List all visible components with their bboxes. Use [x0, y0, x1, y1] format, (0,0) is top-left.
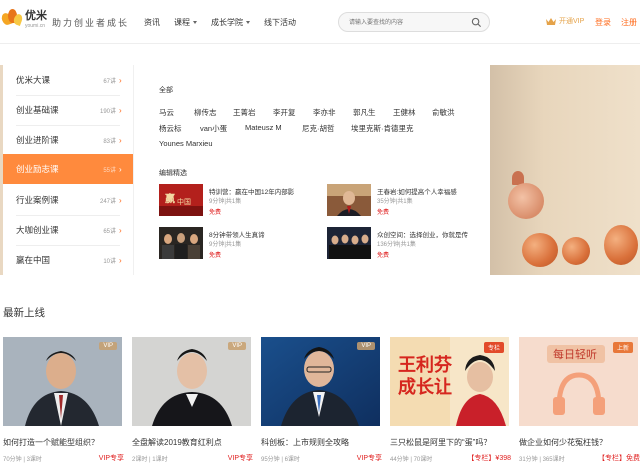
open-vip-link[interactable]: 开通VIP — [546, 16, 584, 26]
pick-thumbnail: 赢 中国 — [159, 184, 203, 216]
svg-text:中国: 中国 — [177, 197, 191, 206]
chevron-right-icon: › — [119, 255, 122, 265]
chevron-right-icon: › — [119, 75, 122, 85]
svg-text:每日轻听: 每日轻听 — [553, 347, 597, 361]
chevron-right-icon: › — [119, 195, 122, 205]
editor-pick-item[interactable]: 赢 中国 特训营：赢在中国12年内部影 9分钟|共1集 免费 — [159, 184, 319, 218]
vip-badge: VIP — [228, 342, 246, 350]
course-title: 三只松鼠是阿里下的“蛋”吗？ — [390, 438, 492, 447]
course-meta: 95分钟 | 6课时 — [261, 457, 300, 463]
editor-pick-item[interactable]: 8分钟带领人生真谛 9分钟|共1集 免费 — [159, 227, 319, 261]
teacher-link[interactable]: Younes Marxieu — [159, 139, 213, 148]
teacher-link[interactable]: 埃里克斯·肯德里克 — [351, 123, 414, 134]
register-link[interactable]: 注册 — [621, 17, 637, 28]
chevron-right-icon: › — [119, 135, 122, 145]
course-price-tag: 【专栏】免费 — [598, 455, 640, 462]
column-badge: 专栏 — [483, 342, 504, 353]
caret-down-icon — [193, 21, 197, 24]
chevron-right-icon: › — [119, 225, 122, 235]
course-thumbnail: 每日轻听 上新 — [519, 337, 638, 426]
editor-picks-heading: 编辑精选 — [159, 170, 187, 177]
nav-item-courses[interactable]: 课程 — [174, 17, 197, 28]
teacher-link[interactable]: 李开复 — [273, 107, 296, 118]
course-price-tag: VIP专享 — [98, 455, 124, 462]
svg-text:王利芬: 王利芬 — [398, 354, 453, 376]
course-title: 全盘解读2019教育红利点 — [132, 438, 222, 447]
logo-leaf-icon — [0, 9, 24, 31]
latest-section-title: 最新上线 — [3, 307, 45, 319]
teacher-link[interactable]: 李亦非 — [313, 107, 336, 118]
search-box — [338, 12, 490, 32]
course-thumbnail: VIP — [3, 337, 122, 426]
category-menu: 优米大课 67讲 › 创业基础课 190讲 › 创业进阶课 83讲 › 创业励志… — [3, 65, 133, 275]
pick-thumbnail — [327, 227, 371, 259]
course-price-tag: VIP专享 — [227, 455, 253, 462]
category-item[interactable]: 优米大课 67讲 › — [3, 65, 133, 95]
category-item[interactable]: 创业基础课 190讲 › — [3, 95, 133, 125]
teacher-link[interactable]: 马云 — [159, 107, 174, 118]
new-badge: 上新 — [612, 342, 633, 353]
logo-subtext: youmi.cn — [25, 23, 46, 29]
category-item[interactable]: 行业案例课 247讲 › — [3, 185, 133, 215]
category-item-active[interactable]: 创业励志课 55讲 › — [3, 154, 133, 184]
category-dropdown-panel: 全部 马云 柳传志 王菁岩 李开复 李亦非 郭凡生 王健林 俞敏洪 杨云标 va… — [133, 65, 490, 275]
course-meta: 44分钟 | 70课时 — [390, 457, 433, 463]
pick-thumbnail — [327, 184, 371, 216]
course-meta: 70分钟 | 3课时 — [3, 457, 42, 463]
egg-image — [562, 237, 590, 265]
category-item[interactable]: 大咖创业课 65讲 › — [3, 215, 133, 245]
login-link[interactable]: 登录 — [595, 17, 611, 28]
slogan: 助力创业者成长 — [52, 19, 130, 29]
piggy-bank-image — [508, 183, 544, 219]
course-meta: 31分钟 | 365课时 — [519, 457, 565, 463]
course-price-tag: 【专栏】¥398 — [467, 455, 511, 462]
teacher-link[interactable]: 尼克·胡哲 — [302, 123, 335, 134]
nav-item-academy[interactable]: 成长学院 — [211, 17, 250, 28]
search-input[interactable] — [349, 17, 469, 28]
crown-icon — [546, 17, 556, 25]
top-header: 优米 youmi.cn 助力创业者成长 资讯 课程 成长学院 线下活动 开通VI… — [0, 0, 640, 44]
category-item[interactable]: 赢在中国 10讲 › — [3, 245, 133, 275]
logo[interactable]: 优米 youmi.cn — [0, 9, 47, 31]
teacher-link[interactable]: 王菁岩 — [233, 107, 256, 118]
all-teachers-heading: 全部 — [159, 87, 173, 94]
category-item[interactable]: 创业进阶课 83讲 › — [3, 125, 133, 155]
svg-text:赢: 赢 — [165, 192, 175, 205]
search-icon[interactable] — [471, 17, 482, 28]
vip-badge: VIP — [357, 342, 375, 350]
vip-badge: VIP — [99, 342, 117, 350]
course-title: 如何打造一个赋能型组织？ — [3, 438, 99, 447]
course-thumbnail: VIP — [261, 337, 380, 426]
chevron-right-icon: › — [119, 164, 122, 174]
course-thumbnail: VIP — [132, 337, 251, 426]
pick-thumbnail — [159, 227, 203, 259]
course-thumbnail: 王利芬 成长让 专栏 — [390, 337, 509, 426]
teacher-link[interactable]: 俞敏洪 — [432, 107, 455, 118]
course-title: 做企业如何少花冤枉钱？ — [519, 438, 607, 447]
editor-pick-item[interactable]: 王春岩:如何提高个人幸福感 35分钟|共1集 免费 — [327, 184, 487, 218]
teacher-link[interactable]: Mateusz M — [245, 123, 282, 132]
teacher-link[interactable]: 郭凡生 — [353, 107, 376, 118]
caret-down-icon — [246, 21, 250, 24]
teacher-link[interactable]: 王健林 — [393, 107, 416, 118]
egg-image — [604, 225, 638, 265]
logo-name: 优米 — [25, 10, 47, 22]
nav-item-news[interactable]: 资讯 — [144, 17, 160, 28]
svg-text:成长让: 成长让 — [398, 376, 452, 398]
teacher-link[interactable]: 柳传志 — [194, 107, 217, 118]
editor-pick-item[interactable]: 众创空间：选择创业，你就是传 136分钟|共1集 免费 — [327, 227, 487, 261]
course-title: 科创板：上市规则全攻略 — [261, 438, 349, 447]
main-nav: 资讯 课程 成长学院 线下活动 — [144, 17, 310, 28]
nav-item-offline-events[interactable]: 线下活动 — [264, 17, 296, 28]
egg-image — [522, 233, 558, 267]
course-meta: 2课时 | 1课时 — [132, 457, 168, 463]
course-price-tag: VIP专享 — [356, 455, 382, 462]
teacher-link[interactable]: van小蛋 — [200, 123, 227, 134]
teacher-link[interactable]: 杨云标 — [159, 123, 182, 134]
chevron-right-icon: › — [119, 105, 122, 115]
